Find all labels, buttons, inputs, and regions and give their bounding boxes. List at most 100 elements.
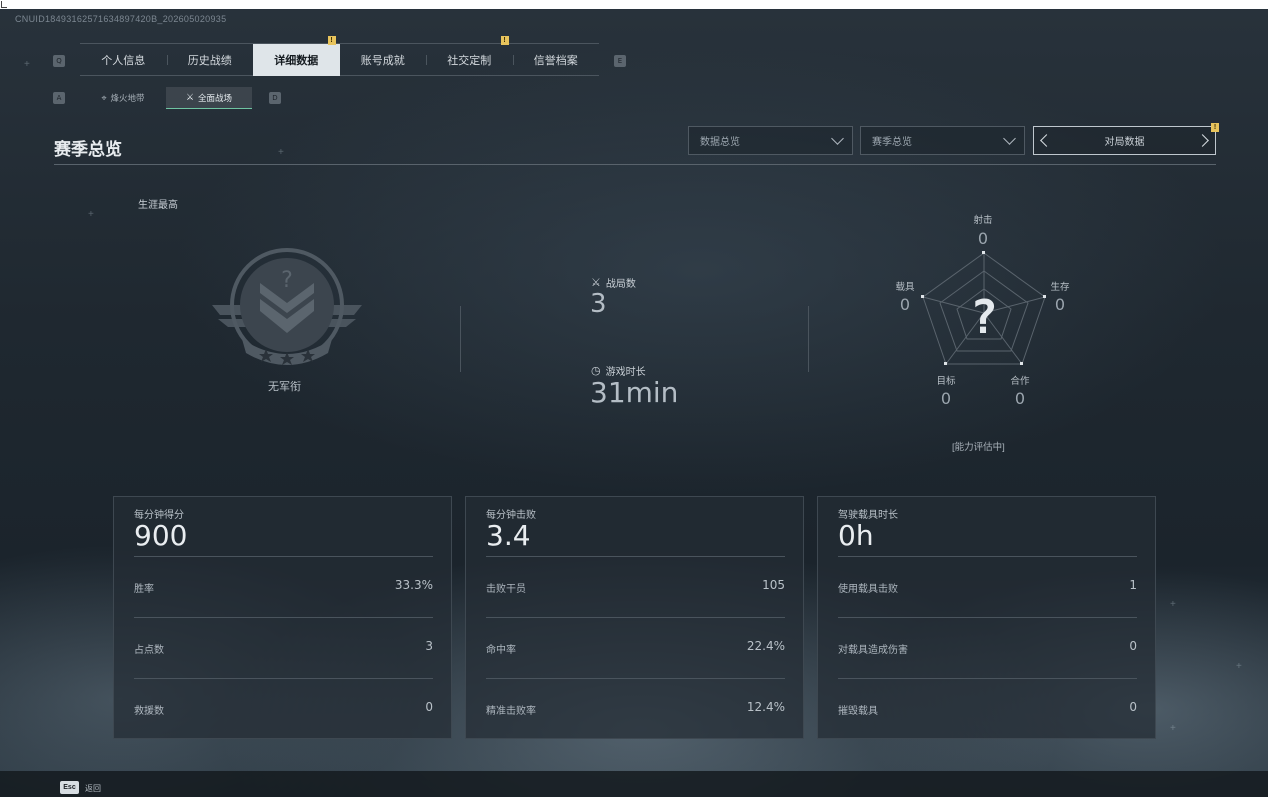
stat-row: 对载具造成伤害 0 [838, 617, 1137, 678]
dropdown-value: 数据总览 [700, 137, 740, 148]
notification-badge: ! [1211, 123, 1219, 132]
stat-value: 22.4% [746, 639, 785, 653]
stat-label: 精准击败率 [486, 706, 536, 717]
stat-row: 精准击败率 12.4% [486, 678, 785, 739]
stat-row: 击败干员 105 [486, 556, 785, 617]
main-tabs: 个人信息 历史战绩 详细数据! 账号成就 社交定制! 信誉档案 [80, 36, 600, 76]
grid-cross: + [1236, 661, 1242, 672]
profile-screen: CNUID18493162571634897420B_202605020935 … [0, 9, 1268, 797]
grid-cross: + [1170, 599, 1176, 610]
back-label[interactable]: 返回 [85, 783, 101, 794]
dropdown-value: 赛季总览 [872, 137, 912, 148]
grid-cross: + [278, 147, 284, 158]
stat-value: 0 [425, 700, 433, 714]
stat-label: 占点数 [134, 645, 164, 656]
radar-value-teamwork: 0 [1014, 389, 1026, 408]
stat-value: 0 [1129, 639, 1137, 653]
uid-text: CNUID18493162571634897420B_202605020935 [15, 14, 227, 24]
tab-label: 账号成就 [360, 55, 405, 67]
radar-label-teamwork: 合作 [1010, 376, 1030, 387]
rank-emblem-icon: ? [210, 243, 364, 378]
stat-row: 胜率 33.3% [134, 556, 433, 617]
crosshair-icon: ⌖ [101, 92, 107, 103]
chevron-left-icon[interactable] [1040, 134, 1053, 147]
matches-label-group: ⚔ 战局数 [591, 275, 636, 290]
stat-label: 对载具造成伤害 [838, 645, 908, 656]
stat-label: 胜率 [134, 584, 154, 595]
stat-label: 摧毁载具 [838, 706, 878, 717]
window-corner-mark [1, 1, 7, 8]
stat-row: 救援数 0 [134, 678, 433, 739]
stat-label: 使用载具击败 [838, 584, 898, 595]
tab-detailed-data[interactable]: 详细数据! [253, 36, 340, 76]
playtime-value: 31min [590, 376, 679, 409]
career-best-label: 生涯最高 [138, 200, 178, 211]
subtabs-prev-hotkey[interactable]: A [53, 92, 65, 104]
radar-label-vehicle: 载具 [895, 282, 915, 293]
stat-value: 1 [1129, 578, 1137, 592]
tab-credit-record[interactable]: 信誉档案 [512, 44, 600, 76]
stat-label: 命中率 [486, 645, 516, 656]
radar-status-note: [能力评估中] [952, 442, 1005, 453]
subtabs-next-hotkey[interactable]: D [269, 92, 281, 104]
tab-label: 详细数据 [274, 55, 319, 67]
vehicle-stats-card: 驾驶载具时长 0h 使用载具击败 1 对载具造成伤害 0 摧毁载具 0 [817, 496, 1156, 739]
subtab-hazard-zone[interactable]: ⌖ 烽火地带 [80, 87, 166, 109]
switcher-value: 对局数据 [1104, 137, 1145, 148]
tab-label: 个人信息 [101, 55, 146, 67]
notification-badge: ! [500, 36, 509, 45]
subtab-all-out-warfare[interactable]: ⚔ 全面战场 [166, 87, 252, 109]
mode-switcher[interactable]: 对局数据 ! [1033, 123, 1219, 155]
esc-back-button[interactable]: Esc [60, 781, 79, 794]
section-title: 赛季总览 [54, 140, 122, 159]
tab-personal-info[interactable]: 个人信息 [80, 44, 167, 76]
target-icon: ⚔ [185, 92, 195, 102]
card-head-value: 0h [838, 519, 874, 552]
stat-value: 0 [1129, 700, 1137, 714]
grid-cross: + [1170, 723, 1176, 734]
radar-center-glyph: ? [970, 290, 998, 344]
mode-subtabs: ⌖ 烽火地带 ⚔ 全面战场 [80, 87, 252, 109]
stat-value: 12.4% [746, 700, 785, 714]
section-divider [54, 164, 1216, 165]
grid-cross: + [88, 209, 94, 220]
tab-label: 历史战绩 [187, 55, 232, 67]
stat-label: 救援数 [134, 706, 164, 717]
radar-label-shooting: 射击 [973, 215, 993, 226]
tab-label: 社交定制 [447, 55, 492, 67]
kill-stats-card: 每分钟击败 3.4 击败干员 105 命中率 22.4% 精准击败率 12.4% [465, 496, 804, 739]
crossed-swords-icon: ⚔ [591, 277, 601, 289]
radar-label-objective: 目标 [936, 376, 956, 387]
grid-cross: + [24, 59, 30, 70]
stat-value: 3 [425, 639, 433, 653]
stat-row: 使用载具击败 1 [838, 556, 1137, 617]
chevron-down-icon [1003, 132, 1016, 145]
data-overview-dropdown[interactable]: 数据总览 [688, 126, 853, 155]
tabs-next-hotkey[interactable]: E [614, 55, 626, 67]
stat-label: 击败干员 [486, 584, 526, 595]
subtab-label: 全面战场 [198, 92, 233, 103]
radar-label-survival: 生存 [1050, 282, 1070, 293]
column-divider [808, 306, 809, 372]
season-dropdown[interactable]: 赛季总览 [860, 126, 1025, 155]
radar-value-vehicle: 0 [899, 295, 911, 314]
footer-bar [0, 771, 1268, 797]
stat-row: 命中率 22.4% [486, 617, 785, 678]
radar-value-shooting: 0 [977, 229, 989, 248]
tab-social-customization[interactable]: 社交定制! [426, 36, 513, 76]
tabs-prev-hotkey[interactable]: Q [53, 55, 65, 67]
rank-glyph: ? [281, 268, 293, 293]
rank-name: 无军衔 [268, 381, 301, 393]
column-divider [460, 306, 461, 372]
window-corner [0, 0, 8, 9]
tab-match-history[interactable]: 历史战绩 [166, 44, 254, 76]
stat-value: 33.3% [394, 578, 433, 592]
chevron-down-icon [831, 132, 844, 145]
radar-value-survival: 0 [1054, 295, 1066, 314]
card-head-value: 900 [134, 519, 188, 552]
chevron-right-icon[interactable] [1196, 134, 1209, 147]
stat-row: 占点数 3 [134, 617, 433, 678]
stat-row: 摧毁载具 0 [838, 678, 1137, 739]
tab-account-achievements[interactable]: 账号成就 [340, 44, 427, 76]
matches-value: 3 [590, 289, 607, 319]
